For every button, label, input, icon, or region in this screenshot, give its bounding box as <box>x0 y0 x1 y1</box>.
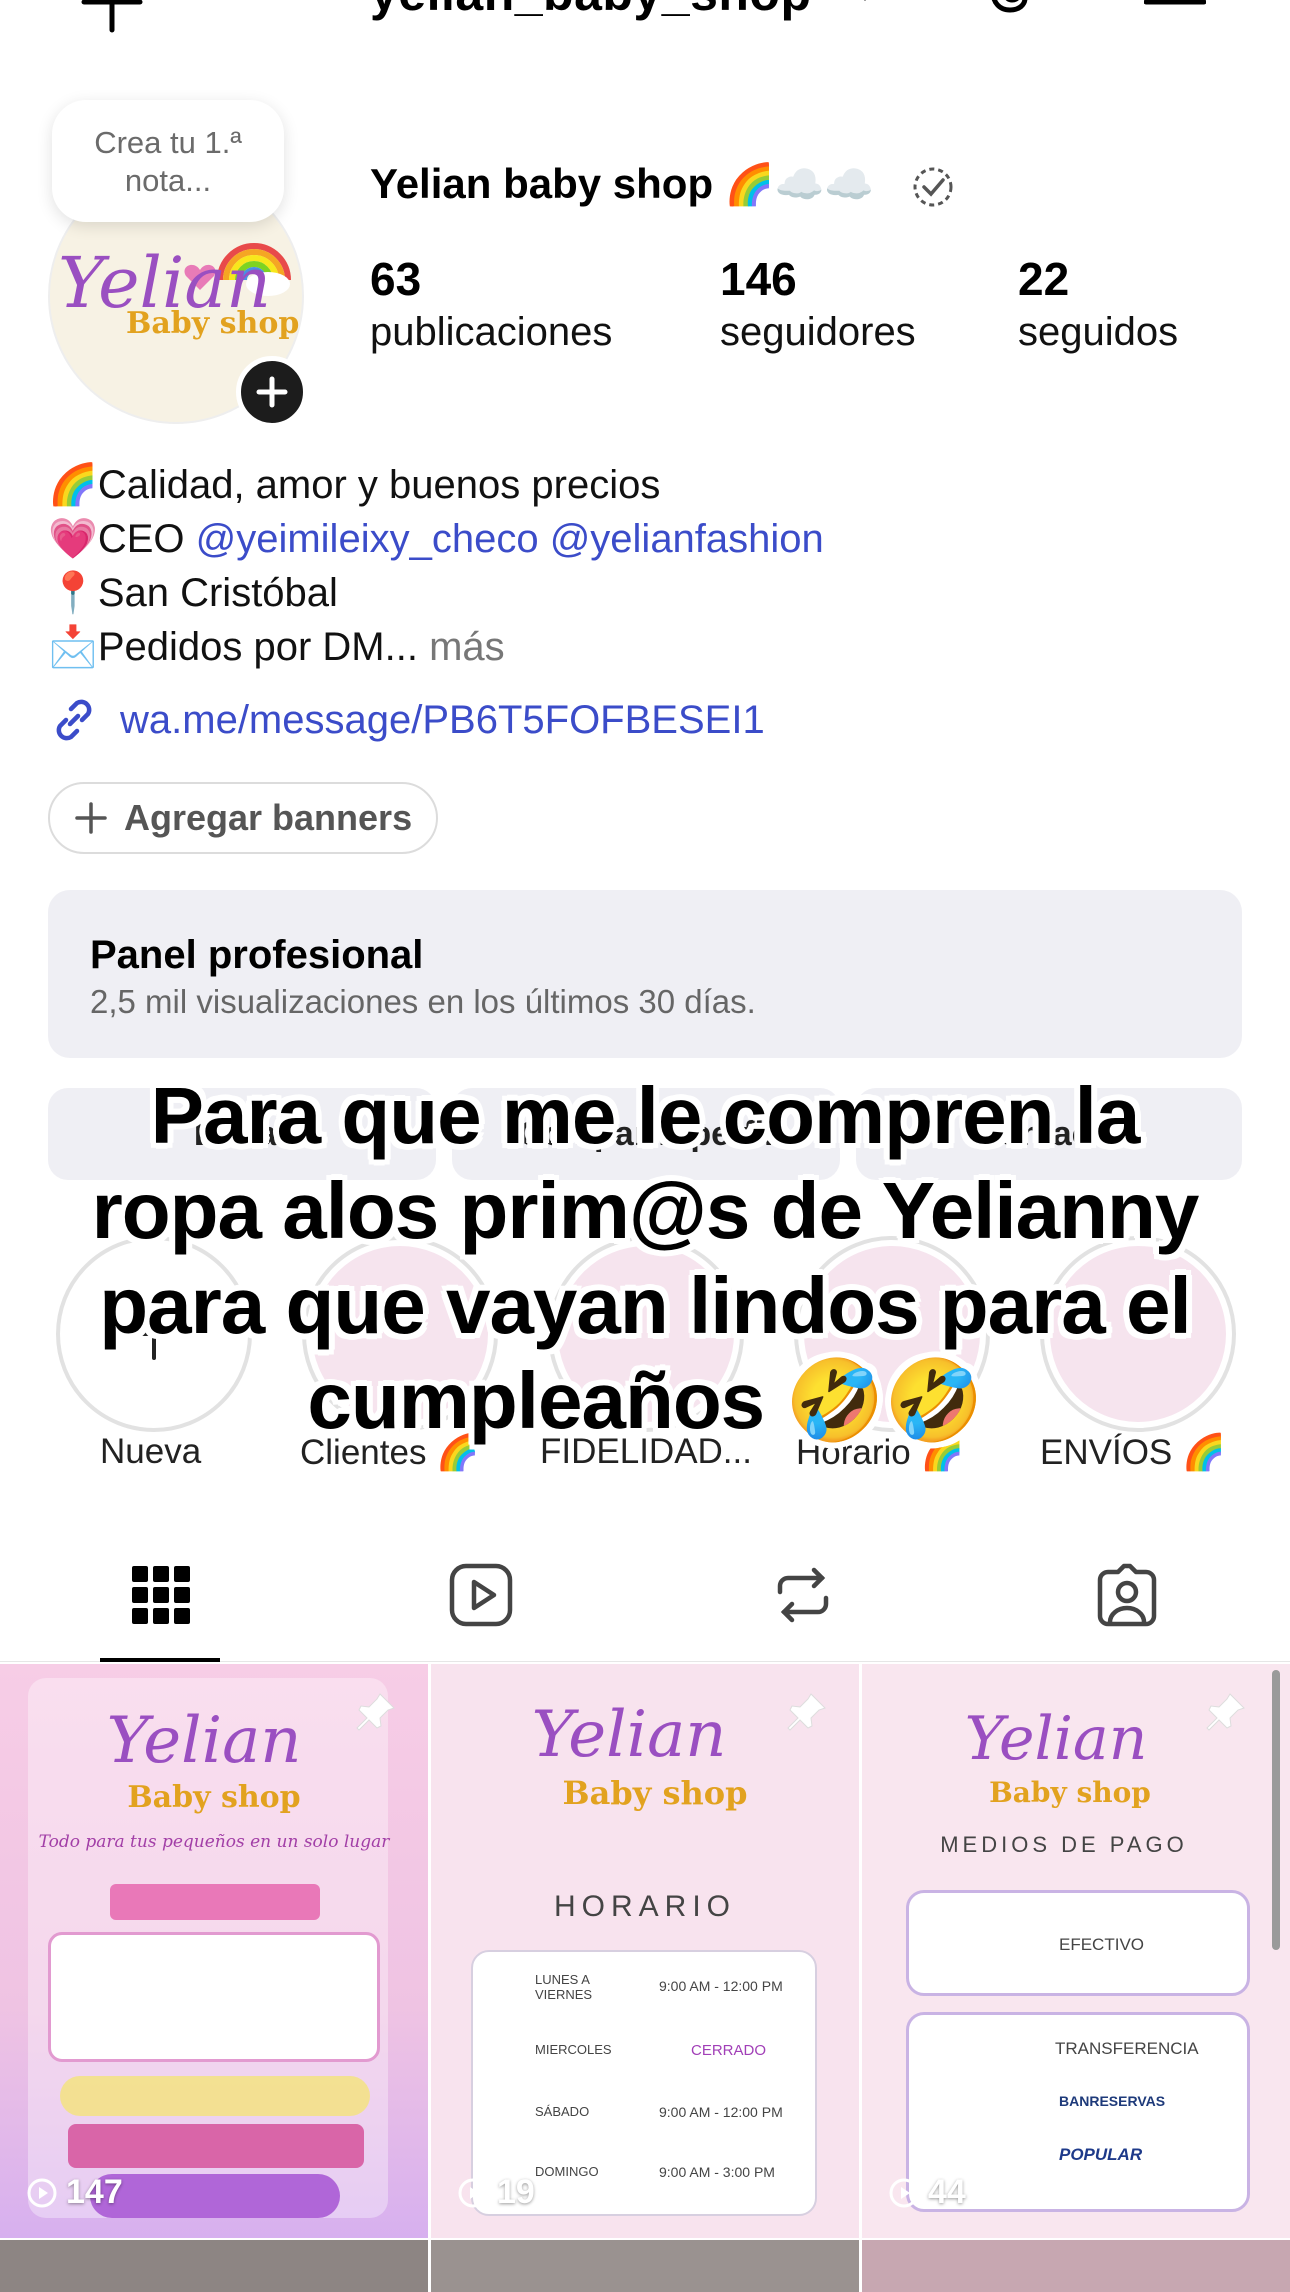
reposts-icon[interactable] <box>768 1560 838 1630</box>
account-username[interactable]: yelian_baby_shop <box>370 0 812 22</box>
professional-dashboard[interactable]: Panel profesional 2,5 mil visualizacione… <box>48 890 1242 1058</box>
reels-icon[interactable] <box>446 1560 516 1630</box>
heart-emoji: 💗 <box>48 517 98 561</box>
panel-title: Panel profesional <box>90 933 424 977</box>
payment-method: TRANSFERENCIA <box>1055 2039 1199 2058</box>
pin-icon <box>787 1693 826 1731</box>
avatar-subtitle: Baby shop <box>126 306 300 341</box>
bio-line-3: 📍San Cristóbal <box>48 571 338 615</box>
mention-link-1[interactable]: @yeimileixy_checo <box>196 517 539 561</box>
add-story-button[interactable] <box>236 356 308 428</box>
tagged-icon[interactable] <box>1092 1560 1162 1630</box>
post-banner <box>110 1884 320 1920</box>
chevron-down-icon[interactable] <box>850 0 880 8</box>
profile-bio: 🌈Calidad, amor y buenos precios 💗CEO @ye… <box>48 458 824 674</box>
display-name-text: Yelian baby shop <box>370 160 714 207</box>
envelope-emoji: 📩 <box>48 625 98 669</box>
bio-line-4: 📩Pedidos por DM... más <box>48 625 505 669</box>
post-views-count: 147 <box>66 2173 123 2211</box>
schedule-row: SÁBADO <box>535 2104 590 2119</box>
stat-followers-label: seguidores <box>720 310 916 354</box>
post-title: Yelian <box>531 1698 727 1772</box>
stat-posts[interactable]: 63 publicaciones <box>370 252 612 358</box>
post-subtitle: Baby shop <box>989 1776 1151 1809</box>
post-tile[interactable]: Yelian Baby shop HORARIO LUNES A VIERNES… <box>431 1664 859 2238</box>
play-views-icon <box>27 2178 57 2207</box>
schedule-row: DOMINGO <box>535 2164 599 2179</box>
schedule-row: MIERCOLES <box>535 2042 612 2057</box>
panel-subtitle: 2,5 mil visualizaciones en los últimos 3… <box>90 983 756 1020</box>
post-tile[interactable] <box>862 2240 1290 2292</box>
schedule-hours: 9:00 AM - 12:00 PM <box>659 2104 783 2120</box>
display-name: Yelian baby shop 🌈☁️☁️ <box>370 160 874 208</box>
top-bar: yelian_baby_shop <box>0 0 1290 40</box>
payment-card-cash: EFECTIVO <box>906 1890 1250 1996</box>
bio-line-2: 💗CEO @yeimileixy_checo @yelianfashion <box>48 517 824 561</box>
bio-link[interactable]: wa.me/message/PB6T5FOFBESEI1 <box>48 692 765 748</box>
post-tile[interactable]: Yelian Baby shop Todo para tus pequeños … <box>0 1664 428 2238</box>
dashed-check-icon[interactable] <box>910 164 956 210</box>
post-list-box <box>48 1932 380 2062</box>
post-tile[interactable] <box>0 2240 428 2292</box>
post-subtitle: Baby shop <box>562 1774 748 1812</box>
grid-icon[interactable] <box>126 1560 196 1630</box>
stat-posts-label: publicaciones <box>370 310 613 354</box>
schedule-hours: CERRADO <box>691 2042 767 2059</box>
stat-following[interactable]: 22 seguidos <box>1018 252 1178 358</box>
play-views-icon <box>889 2178 919 2207</box>
pin-emoji: 📍 <box>48 571 98 615</box>
add-banners-label: Agregar banners <box>124 797 413 838</box>
posts-grid: Yelian Baby shop Todo para tus pequeños … <box>0 1664 1290 2292</box>
bio-line-1: 🌈Calidad, amor y buenos precios <box>48 463 661 507</box>
profile-tabs <box>0 1520 1290 1662</box>
post-tile[interactable]: Yelian Baby shop MEDIOS DE PAGO EFECTIVO… <box>862 1664 1290 2238</box>
link-icon <box>56 699 92 741</box>
create-plus-icon[interactable] <box>80 0 144 34</box>
pin-icon <box>1206 1693 1245 1731</box>
bank-name: BANRESERVAS <box>1059 2093 1166 2109</box>
active-tab-indicator <box>100 1658 220 1662</box>
post-views: 147 <box>26 2173 123 2212</box>
add-banners-button[interactable]: Agregar banners <box>48 782 438 854</box>
threads-icon[interactable] <box>980 0 1044 24</box>
display-name-emoji: 🌈☁️☁️ <box>724 163 875 207</box>
stat-posts-value: 63 <box>370 253 422 305</box>
plus-icon <box>75 802 107 834</box>
post-tile[interactable] <box>431 2240 859 2292</box>
post-subtitle: Baby shop <box>127 1780 301 1815</box>
post-heading: HORARIO <box>553 1890 736 1923</box>
post-heading: Todo para tus pequeños en un solo lugar <box>38 1832 390 1852</box>
post-footer-bar <box>90 2174 340 2218</box>
rainbow-emoji: 🌈 <box>48 463 98 507</box>
stat-following-label: seguidos <box>1018 310 1179 354</box>
bio-more-link[interactable]: más <box>429 625 505 669</box>
stat-followers[interactable]: 146 seguidores <box>720 252 916 358</box>
bio-link-text[interactable]: wa.me/message/PB6T5FOFBESEI1 <box>120 698 765 743</box>
post-views-count: 19 <box>497 2173 535 2211</box>
menu-icon[interactable] <box>1144 0 1206 10</box>
post-views-count: 44 <box>928 2173 966 2211</box>
pin-icon <box>356 1693 395 1731</box>
story-caption-overlay: Para que me le compren la ropa alos prim… <box>91 1071 1200 1445</box>
post-heading: MEDIOS DE PAGO <box>940 1832 1188 1857</box>
plus-icon <box>256 376 288 408</box>
post-ribbon <box>60 2076 370 2116</box>
bank-name: POPULAR <box>1059 2145 1143 2164</box>
note-bubble[interactable]: Crea tu 1.ª nota... <box>52 100 284 222</box>
stat-following-value: 22 <box>1018 253 1070 305</box>
post-views: 19 <box>457 2173 535 2212</box>
post-ribbon <box>68 2124 364 2168</box>
play-views-icon <box>458 2178 488 2207</box>
scrollbar[interactable] <box>1272 1670 1280 1950</box>
post-views: 44 <box>888 2173 966 2212</box>
payment-method: EFECTIVO <box>1059 1935 1145 1954</box>
schedule-hours: 9:00 AM - 3:00 PM <box>659 2164 775 2180</box>
schedule-row: LUNES A VIERNES <box>535 1972 593 2002</box>
stat-followers-value: 146 <box>720 253 797 305</box>
mention-link-2[interactable]: @yelianfashion <box>550 517 824 561</box>
schedule-hours: 9:00 AM - 12:00 PM <box>659 1978 783 1994</box>
